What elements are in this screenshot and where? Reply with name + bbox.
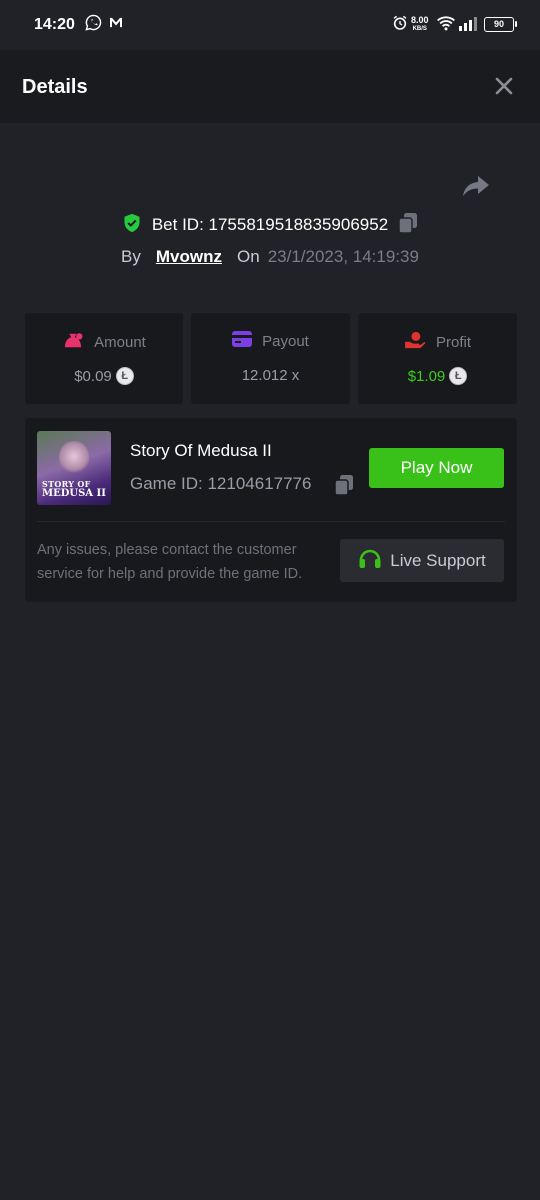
status-bar: 14:20 8.00 KB/S 90 — [0, 0, 540, 50]
payout-value: 12.012 x — [241, 367, 300, 384]
on-label: On — [237, 247, 260, 266]
payout-card: Payout 12.012 x — [191, 313, 350, 404]
live-support-label: Live Support — [390, 550, 486, 570]
bet-id: Bet ID: 1755819518835906952 — [151, 215, 389, 234]
battery-indicator: 90 — [484, 17, 517, 32]
verified-shield-icon — [122, 213, 142, 238]
status-time: 14:20 — [34, 16, 75, 33]
profit-label: Profit — [435, 333, 471, 351]
profit-card: Profit $1.09 Ł — [358, 313, 517, 404]
username-link[interactable]: Mvownz — [156, 247, 222, 267]
copy-icon — [398, 212, 418, 234]
play-now-button[interactable]: Play Now — [369, 448, 504, 488]
copy-game-id-button[interactable] — [334, 474, 354, 501]
profit-value: $1.09 — [407, 367, 446, 385]
copy-bet-id-button[interactable] — [398, 212, 418, 239]
whatsapp-icon — [85, 14, 102, 36]
mail-icon — [108, 14, 124, 36]
close-button[interactable] — [492, 74, 516, 98]
page-title: Details — [22, 76, 88, 98]
close-icon — [495, 77, 513, 95]
support-info-text: Any issues, please contact the customer … — [37, 542, 303, 582]
bet-id-row: Bet ID: 1755819518835906952 — [0, 212, 540, 238]
amount-value: $0.09 — [74, 367, 112, 385]
payout-label: Payout — [262, 332, 309, 350]
network-speed: 8.00 KB/S — [411, 15, 429, 33]
alarm-icon — [392, 14, 408, 37]
game-thumbnail[interactable]: STORY OF MEDUSA II — [37, 431, 111, 505]
share-button[interactable] — [462, 174, 492, 200]
game-card: STORY OF MEDUSA II Story Of Medusa II Ga… — [25, 418, 517, 602]
hand-coin-icon — [404, 331, 426, 353]
details-header: Details — [0, 50, 540, 123]
live-support-button[interactable]: Live Support — [340, 539, 504, 582]
thumbnail-title-line2: MEDUSA II — [42, 488, 106, 499]
by-label: By — [121, 247, 141, 266]
amount-card: Amount $0.09 Ł — [25, 313, 183, 404]
divider — [37, 521, 505, 522]
signal-icon — [459, 17, 477, 36]
money-bag-icon — [62, 331, 84, 353]
headset-icon — [358, 547, 382, 574]
bet-meta-row: By Mvownz On 23/1/2023, 14:19:39 — [0, 245, 540, 269]
card-icon — [232, 331, 253, 351]
game-id: Game ID: 12104617776 — [130, 474, 312, 493]
game-name: Story Of Medusa II — [130, 441, 272, 460]
share-icon — [463, 176, 489, 196]
medusa-artwork — [59, 441, 89, 475]
copy-icon — [334, 475, 353, 496]
amount-label: Amount — [94, 333, 146, 351]
litecoin-icon: Ł — [449, 367, 468, 385]
litecoin-icon: Ł — [115, 367, 134, 385]
bet-datetime: 23/1/2023, 14:19:39 — [267, 247, 419, 266]
wifi-icon — [436, 14, 456, 37]
